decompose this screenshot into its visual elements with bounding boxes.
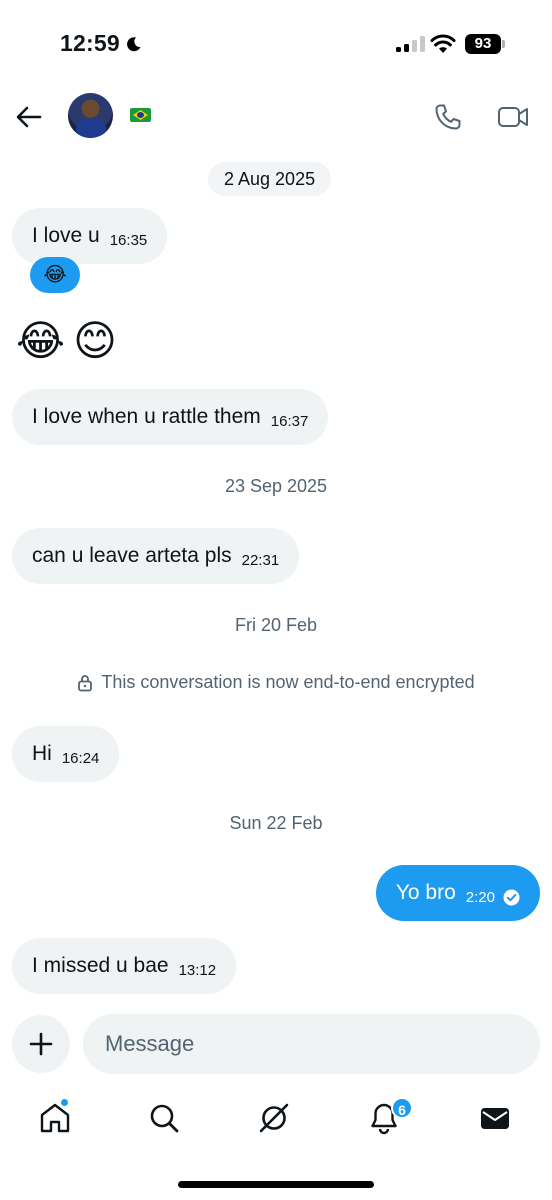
- back-arrow-icon[interactable]: [14, 102, 44, 132]
- bottom-tab-bar: [0, 1090, 552, 1150]
- read-receipt-icon: [503, 889, 520, 905]
- conversation-header: [0, 90, 552, 146]
- message-bubble-incoming[interactable]: Hi 16:24: [12, 726, 120, 782]
- plus-icon: [29, 1032, 53, 1056]
- date-separator: Sun 22 Feb: [229, 813, 323, 833]
- date-separator: Fri 20 Feb: [234, 615, 318, 635]
- add-attachment-button[interactable]: [12, 1015, 70, 1073]
- encryption-notice: This conversation is now end-to-end encr…: [0, 672, 552, 693]
- message-time: 16:24: [61, 749, 100, 767]
- message-text: I love when u rattle them: [32, 405, 261, 428]
- brazil-flag-icon: [130, 108, 151, 122]
- battery-tip: [502, 40, 505, 48]
- message-input[interactable]: [83, 1014, 540, 1074]
- laughing-emoji-icon: 😂: [43, 264, 67, 286]
- message-text: Hi: [32, 742, 52, 765]
- messages-envelope-icon[interactable]: [477, 1100, 513, 1136]
- message-bubble-incoming[interactable]: I love u 16:35: [12, 208, 168, 264]
- moon-icon: [127, 37, 141, 52]
- search-icon[interactable]: [146, 1100, 182, 1136]
- phone-icon[interactable]: [433, 102, 463, 132]
- smiling-emoji: 😊: [73, 317, 117, 364]
- message-time: 16:37: [270, 412, 309, 430]
- lock-icon: [78, 674, 93, 691]
- video-call-icon[interactable]: [497, 102, 529, 132]
- message-bubble-incoming[interactable]: I missed u bae 13:12: [12, 938, 237, 994]
- notification-count-badge: 6: [391, 1097, 413, 1119]
- message-text: Yo bro: [395, 881, 456, 904]
- message-bubble-incoming[interactable]: can u leave arteta pls 22:31: [12, 528, 300, 584]
- date-separator: 2 Aug 2025: [208, 162, 332, 196]
- status-time: 12:59: [60, 30, 120, 56]
- date-separator: 23 Sep 2025: [224, 476, 328, 496]
- message-time: 16:35: [109, 231, 148, 249]
- encryption-notice-text: This conversation is now end-to-end encr…: [101, 672, 475, 692]
- cellular-signal-icon: [396, 36, 425, 52]
- message-text: I missed u bae: [32, 954, 169, 977]
- emoji-message[interactable]: 😂 😊: [16, 320, 117, 362]
- message-reaction[interactable]: 😂: [30, 257, 80, 293]
- message-bubble-outgoing[interactable]: Yo bro 2:20: [375, 865, 540, 921]
- grok-icon[interactable]: [256, 1100, 292, 1136]
- message-time: 13:12: [178, 961, 217, 979]
- battery-indicator: 93: [465, 34, 501, 54]
- wifi-icon: [430, 34, 456, 53]
- message-text: can u leave arteta pls: [32, 544, 232, 567]
- laughing-emoji: 😂: [16, 317, 66, 364]
- message-text: I love u: [32, 224, 100, 247]
- home-indicator: [178, 1181, 374, 1188]
- message-bubble-incoming[interactable]: I love when u rattle them 16:37: [12, 389, 329, 445]
- contact-avatar[interactable]: [68, 93, 113, 138]
- message-time: 22:31: [241, 551, 280, 569]
- status-bar: 12:59 93: [0, 0, 552, 90]
- home-unread-dot: [60, 1098, 69, 1107]
- message-time: 2:20: [465, 888, 495, 906]
